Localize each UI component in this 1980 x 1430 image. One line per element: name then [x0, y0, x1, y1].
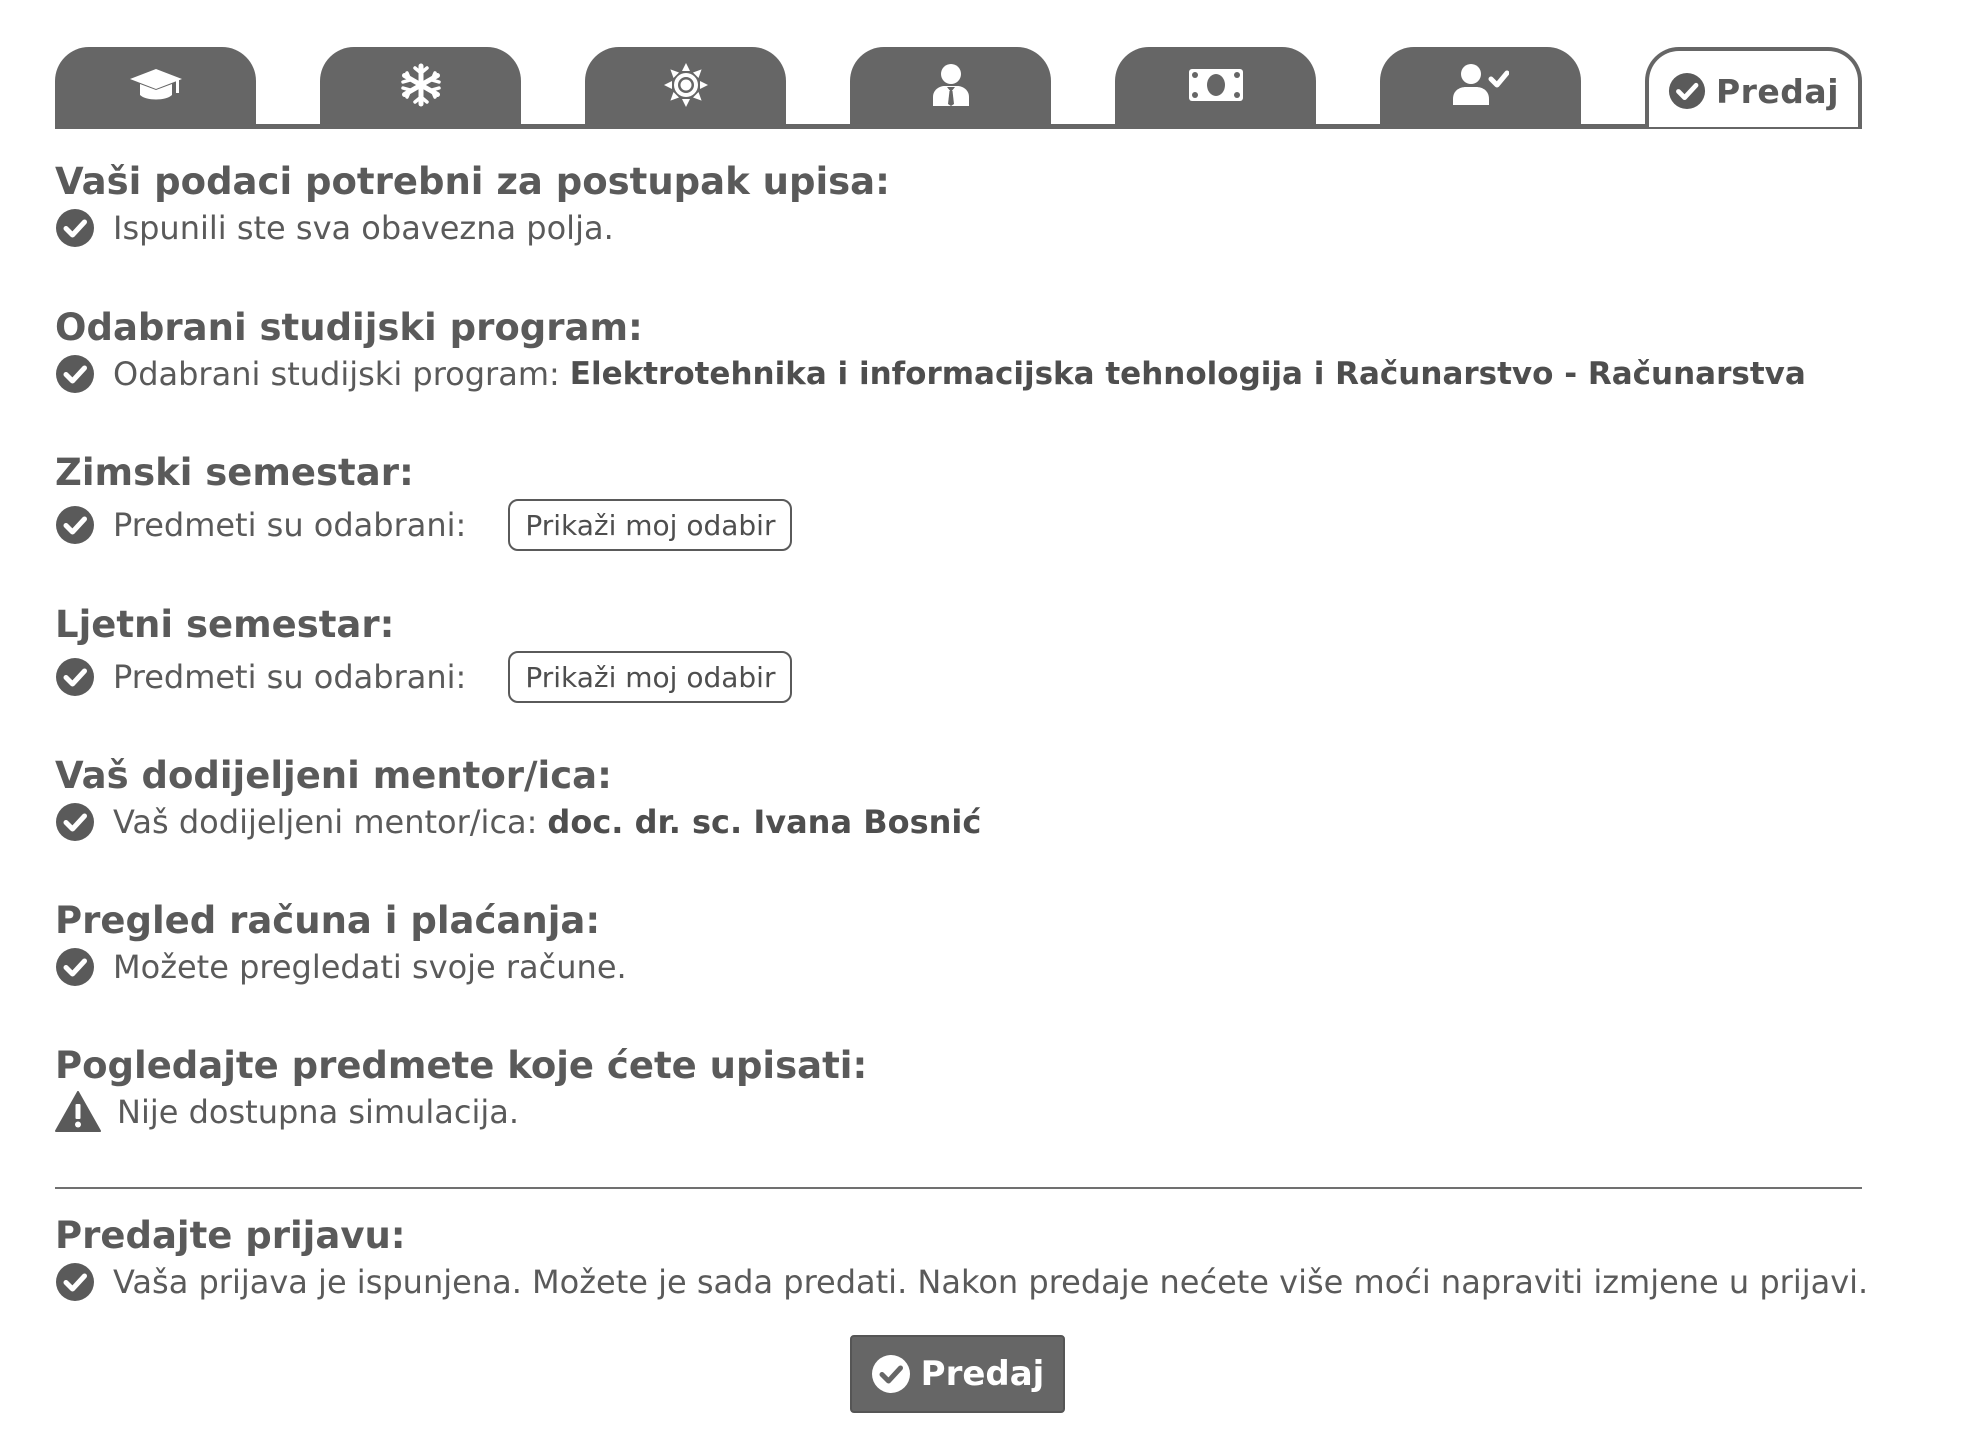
sun-icon	[663, 63, 708, 107]
section-status: Odabrani studijski program: Elektrotehni…	[55, 350, 1855, 398]
tab-submit-label: Predaj	[1715, 71, 1840, 111]
section-title: Pregled računa i plaćanja:	[55, 899, 601, 942]
check-circle-icon	[56, 1263, 94, 1301]
status-text: Predmeti su odabrani:	[113, 506, 467, 544]
status-text: Vaš dodijeljeni mentor/ica:	[113, 803, 538, 841]
check-circle-icon	[56, 948, 94, 986]
status-text: Nije dostupna simulacija.	[117, 1093, 520, 1131]
money-icon	[1188, 69, 1243, 101]
status-text: Ispunili ste sva obavezna polja.	[113, 209, 614, 247]
show-winter-selection-button[interactable]: Prikaži moj odabir	[508, 499, 793, 551]
check-circle-icon	[56, 209, 94, 247]
section-status: Ispunili ste sva obavezna polja.	[55, 204, 1855, 252]
check-circle-icon	[1668, 72, 1706, 110]
section-submit: Predajte prijavu: Vaša prijava je ispunj…	[55, 1214, 1868, 1306]
tab-summer-semester[interactable]	[585, 47, 786, 127]
tab-submit[interactable]: Predaj	[1645, 47, 1862, 127]
graduation-cap-icon	[129, 69, 182, 100]
user-check-icon	[1452, 64, 1509, 105]
check-circle-icon	[56, 355, 94, 393]
status-text: Možete pregledati svoje račune.	[113, 948, 627, 986]
section-mentor: Vaš dodijeljeni mentor/ica: Vaš dodijelj…	[55, 754, 1855, 846]
section-payments: Pregled računa i plaćanja: Možete pregle…	[55, 899, 1855, 991]
check-circle-icon	[56, 506, 94, 544]
section-simulation: Pogledajte predmete koje ćete upisati: N…	[55, 1044, 1855, 1136]
section-personal-data: Vaši podaci potrebni za postupak upisa: …	[55, 160, 1855, 252]
section-status: Predmeti su odabrani: Prikaži moj odabir	[55, 495, 1855, 555]
tab-confirmation[interactable]	[1380, 47, 1581, 127]
section-title: Vaši podaci potrebni za postupak upisa:	[55, 160, 890, 203]
section-winter-semester: Zimski semestar: Predmeti su odabrani: P…	[55, 451, 1855, 555]
section-title: Pogledajte predmete koje ćete upisati:	[55, 1044, 868, 1087]
check-circle-icon	[56, 803, 94, 841]
section-status: Nije dostupna simulacija.	[55, 1088, 1855, 1136]
section-title: Odabrani studijski program:	[55, 306, 643, 349]
tab-winter-semester[interactable]	[320, 47, 521, 127]
section-status: Predmeti su odabrani: Prikaži moj odabir	[55, 647, 1855, 707]
section-study-program: Odabrani studijski program: Odabrani stu…	[55, 306, 1855, 398]
tab-mentor[interactable]	[850, 47, 1051, 127]
program-name: Elektrotehnika i informacijska tehnologi…	[569, 356, 1806, 392]
show-summer-selection-button[interactable]: Prikaži moj odabir	[508, 651, 793, 703]
check-circle-icon	[871, 1355, 910, 1393]
warning-icon	[55, 1091, 101, 1132]
mentor-icon	[932, 64, 969, 106]
divider	[55, 1187, 1862, 1189]
status-text: Vaša prijava je ispunjena. Možete je sad…	[113, 1263, 1869, 1301]
tab-study[interactable]	[55, 47, 256, 127]
section-title: Predajte prijavu:	[55, 1214, 406, 1257]
status-text: Odabrani studijski program:	[113, 355, 560, 393]
snowflake-icon	[400, 63, 441, 107]
section-title: Ljetni semestar:	[55, 603, 395, 646]
submit-button[interactable]: Predaj	[850, 1335, 1065, 1413]
submit-button-label: Predaj	[920, 1354, 1045, 1394]
section-summer-semester: Ljetni semestar: Predmeti su odabrani: P…	[55, 603, 1855, 707]
mentor-name: doc. dr. sc. Ivana Bosnić	[547, 803, 982, 841]
wizard-tabs: Predaj	[55, 47, 1862, 129]
section-status: Vaša prijava je ispunjena. Možete je sad…	[55, 1258, 1868, 1306]
section-status: Vaš dodijeljeni mentor/ica: doc. dr. sc.…	[55, 798, 1855, 846]
section-title: Vaš dodijeljeni mentor/ica:	[55, 754, 612, 797]
check-circle-icon	[56, 658, 94, 696]
section-title: Zimski semestar:	[55, 451, 414, 494]
tab-payments[interactable]	[1115, 47, 1316, 127]
section-status: Možete pregledati svoje račune.	[55, 943, 1855, 991]
status-text: Predmeti su odabrani:	[113, 658, 467, 696]
